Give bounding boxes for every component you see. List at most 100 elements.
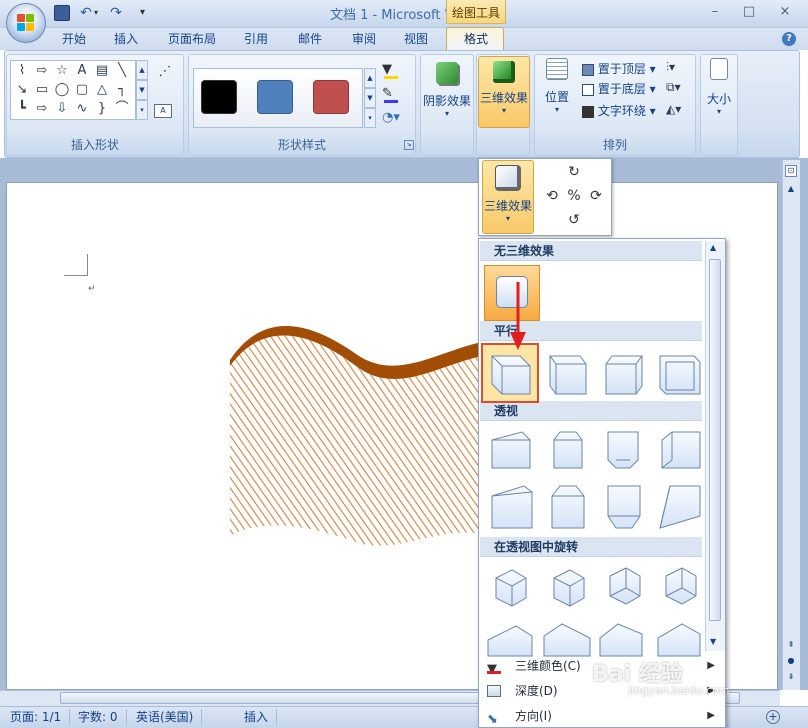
rotation-option-2[interactable] <box>553 569 585 607</box>
3d-effects-popup-button[interactable]: 三维效果 ▾ <box>482 160 534 234</box>
zoom-in-icon[interactable]: + <box>766 710 780 724</box>
shape-elbow-icon[interactable]: ┐ <box>113 82 131 98</box>
shadow-effects-button[interactable]: 阴影效果 ▾ <box>422 58 472 128</box>
rotation-option-1[interactable] <box>495 569 527 607</box>
shape-star-icon[interactable]: ☆ <box>53 63 71 79</box>
text-box-icon[interactable]: A <box>154 104 172 118</box>
bring-to-front-button[interactable]: 置于顶层 ▾ <box>582 60 662 78</box>
shape-brace-icon[interactable]: } <box>93 101 111 117</box>
shape-arc-icon[interactable]: ⌒ <box>113 101 131 117</box>
style-swatch-red[interactable] <box>313 80 349 114</box>
rotation-option-5[interactable] <box>487 625 533 657</box>
style-swatch-blue[interactable] <box>257 80 293 114</box>
position-button[interactable]: 位置 ▾ <box>538 58 576 128</box>
shape-vertical-textbox-icon[interactable]: ▤ <box>93 63 111 79</box>
gallery-scroll-down[interactable]: ▼ <box>710 637 716 646</box>
parallel-option-2[interactable] <box>549 355 587 395</box>
shapes-more[interactable]: ▾ <box>136 100 148 120</box>
shape-oval-icon[interactable]: ◯ <box>53 82 71 98</box>
close-button[interactable]: × <box>774 2 796 22</box>
status-page[interactable]: 页面: 1/1 <box>2 709 71 725</box>
tab-home[interactable]: 开始 <box>56 29 92 50</box>
styles-more[interactable]: ▾ <box>364 108 376 128</box>
menu-direction[interactable]: ⬊ 方向(I) ▶ <box>479 704 723 728</box>
gallery-scroll-up[interactable]: ▲ <box>710 243 716 252</box>
parallel-option-3[interactable] <box>605 355 643 395</box>
tab-page-layout[interactable]: 页面布局 <box>162 29 222 50</box>
edit-shape-icon[interactable]: ⋰ <box>154 64 176 82</box>
change-shape-icon[interactable]: ◔▾ <box>382 110 412 128</box>
shape-outline-icon[interactable]: ✎ <box>382 86 412 104</box>
shape-arrow-icon[interactable]: ⇨ <box>33 63 51 79</box>
shape-textbox-icon[interactable]: A <box>73 63 91 79</box>
tab-references[interactable]: 引用 <box>238 29 274 50</box>
tab-review[interactable]: 审阅 <box>346 29 382 50</box>
3d-toggle-icon[interactable]: % <box>566 188 582 204</box>
vertical-scrollbar[interactable] <box>782 160 800 690</box>
rotate-icon[interactable]: ◭▾ <box>666 102 690 118</box>
tab-insert[interactable]: 插入 <box>108 29 144 50</box>
rotation-option-6[interactable] <box>543 623 591 657</box>
maximize-button[interactable]: □ <box>738 2 760 22</box>
align-icon[interactable]: ⫶▾ <box>666 60 690 76</box>
shape-triangle-icon[interactable]: △ <box>93 82 111 98</box>
shapes-scroll-down[interactable]: ▼ <box>136 80 148 100</box>
ruler-toggle-icon[interactable]: ⊡ <box>785 165 797 177</box>
shape-arrow-line-icon[interactable]: ↘ <box>13 82 31 98</box>
perspective-option-5[interactable] <box>491 485 533 529</box>
help-icon[interactable]: ? <box>782 32 796 46</box>
3d-effects-button[interactable]: 三维效果 ▾ <box>478 56 530 128</box>
perspective-option-1[interactable] <box>491 431 531 469</box>
rotation-option-4[interactable] <box>665 567 697 605</box>
shape-rectangle-icon[interactable]: ▭ <box>33 82 51 98</box>
tilt-right-icon[interactable]: ⟳ <box>588 188 604 204</box>
shape-fill-icon[interactable]: ▼ <box>382 62 412 80</box>
status-mode[interactable]: 插入 <box>236 709 278 725</box>
tab-view[interactable]: 视图 <box>398 29 434 50</box>
perspective-option-8[interactable] <box>659 485 701 529</box>
styles-scroll-down[interactable]: ▼ <box>364 88 376 108</box>
shape-elbow-arrow-icon[interactable]: ┗ <box>13 101 31 117</box>
size-button[interactable]: 大小 ▾ <box>702 58 736 128</box>
group-objects-icon[interactable]: ⧉▾ <box>666 80 690 96</box>
scroll-up-arrow[interactable]: ▲ <box>785 184 797 196</box>
rotation-option-3[interactable] <box>609 567 641 605</box>
status-language[interactable]: 英语(美国) <box>128 709 203 725</box>
tilt-up-icon[interactable]: ↻ <box>566 164 582 180</box>
shape-curve-icon[interactable]: ∿ <box>73 101 91 117</box>
office-button[interactable] <box>6 3 46 43</box>
tilt-left-icon[interactable]: ⟲ <box>544 188 560 204</box>
shape-right-arrow-icon[interactable]: ⇨ <box>33 101 51 117</box>
rotation-option-7[interactable] <box>599 623 643 657</box>
shapes-scroll-up[interactable]: ▲ <box>136 60 148 80</box>
wave-shape[interactable] <box>226 326 486 556</box>
perspective-option-6[interactable] <box>551 485 585 529</box>
perspective-option-3[interactable] <box>607 431 639 469</box>
tab-mailings[interactable]: 邮件 <box>292 29 328 50</box>
next-page-icon[interactable]: ⇟ <box>785 672 797 684</box>
shape-rounded-rect-icon[interactable]: ▢ <box>73 82 91 98</box>
perspective-option-4[interactable] <box>661 431 701 469</box>
gallery-scroll-thumb[interactable] <box>709 259 721 621</box>
rotation-option-8[interactable] <box>657 623 701 657</box>
text-wrapping-button[interactable]: 文字环绕 ▾ <box>582 102 662 120</box>
shape-down-arrow-icon[interactable]: ⇩ <box>53 101 71 117</box>
perspective-option-7[interactable] <box>607 485 641 529</box>
tab-format[interactable]: 格式 <box>456 29 496 50</box>
gallery-scrollbar[interactable]: ▲ ▼ <box>705 241 725 651</box>
minimize-button[interactable]: – <box>704 2 726 22</box>
shape-line-icon[interactable]: ╲ <box>113 63 131 79</box>
perspective-option-2[interactable] <box>553 431 583 469</box>
parallel-option-1[interactable] <box>481 343 539 403</box>
tilt-down-icon[interactable]: ↺ <box>566 212 582 228</box>
styles-scroll-up[interactable]: ▲ <box>364 68 376 88</box>
shapes-gallery[interactable]: ⌇ ⇨ ☆ A ▤ ╲ ↘ ▭ ◯ ▢ △ ┐ ┗ ⇨ ⇩ ∿ } ⌒ <box>10 60 136 120</box>
parallel-option-4[interactable] <box>659 355 701 395</box>
status-words[interactable]: 字数: 0 <box>70 709 127 725</box>
browse-object-icon[interactable]: ● <box>785 656 797 668</box>
dialog-launcher-icon[interactable]: ↘ <box>404 140 414 150</box>
style-swatch-black[interactable] <box>201 80 237 114</box>
send-to-back-button[interactable]: 置于底层 ▾ <box>582 80 662 98</box>
shape-wave-icon[interactable]: ⌇ <box>13 63 31 79</box>
prev-page-icon[interactable]: ⇞ <box>785 640 797 652</box>
